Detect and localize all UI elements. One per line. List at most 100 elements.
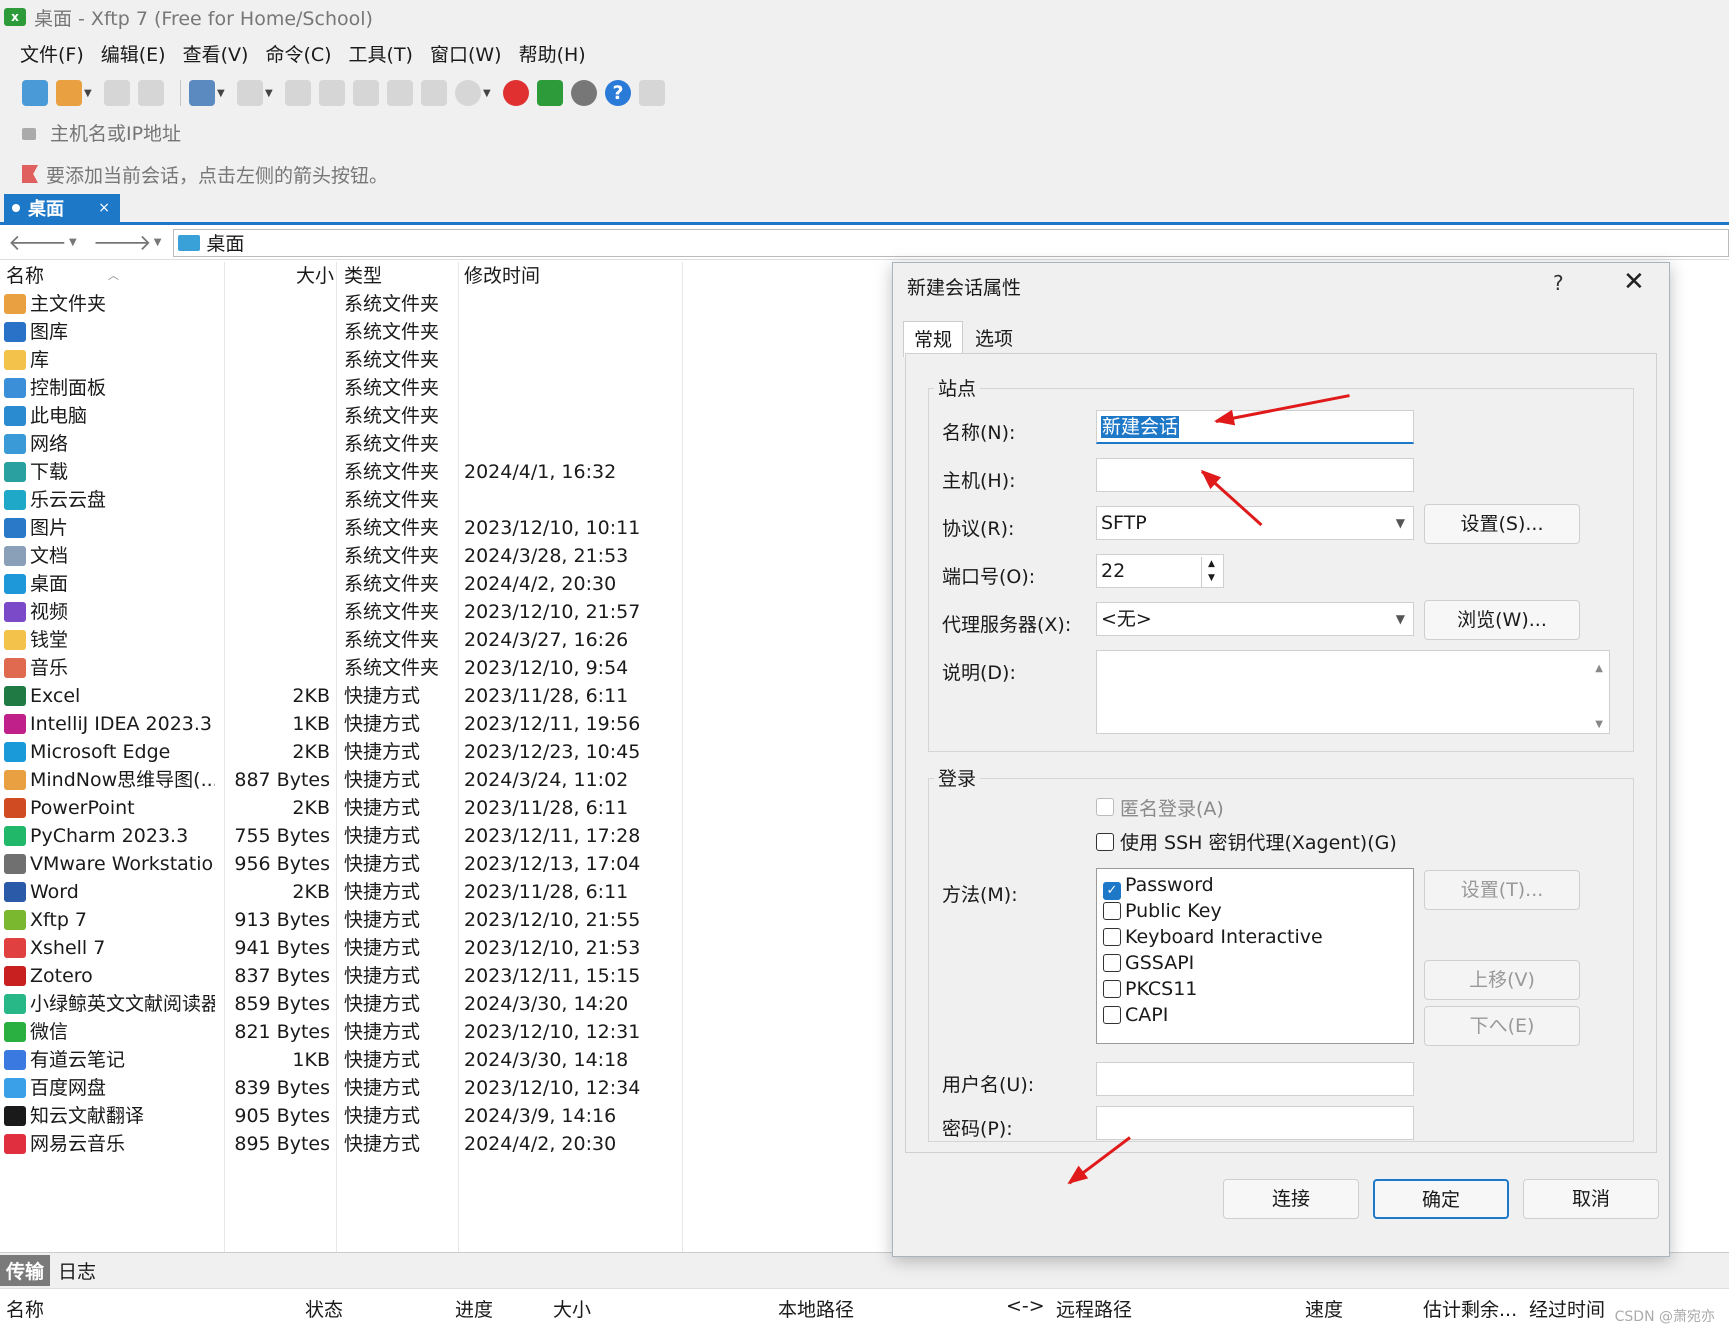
tab-log[interactable]: 日志 (50, 1255, 104, 1286)
transfer-col-local-path[interactable]: 本地路径 (778, 1295, 854, 1322)
cancel-button[interactable]: 取消 (1523, 1179, 1659, 1219)
forward-icon[interactable]: 🡒 (93, 230, 152, 256)
file-row[interactable]: 音乐 系统文件夹 2023/12/10, 9:54 (0, 654, 700, 682)
column-modified[interactable]: 修改时间 (464, 262, 540, 290)
open-dropdown-icon[interactable]: ▼ (84, 88, 94, 99)
description-textarea[interactable]: ▲ ▼ (1096, 650, 1610, 734)
method-item-public-key[interactable]: Public Key (1103, 899, 1222, 924)
transfer-col-remote-path[interactable]: 远程路径 (1056, 1295, 1132, 1322)
method-item-gssapi[interactable]: GSSAPI (1103, 951, 1194, 976)
file-row[interactable]: 下载 系统文件夹 2024/4/1, 16:32 (0, 458, 700, 486)
menu-edit[interactable]: 编辑(E) (95, 40, 172, 67)
file-row[interactable]: 网络 系统文件夹 (0, 430, 700, 458)
xftp-icon[interactable] (537, 80, 563, 106)
move-up-button[interactable]: 上移(V) (1424, 960, 1580, 1000)
method-checkbox[interactable] (1103, 980, 1121, 998)
file-row[interactable]: 视频 系统文件夹 2023/12/10, 21:57 (0, 598, 700, 626)
transfer-col-direction[interactable]: <-> (1006, 1295, 1045, 1317)
transfer-col-size[interactable]: 大小 (553, 1295, 591, 1322)
file-row[interactable]: 库 系统文件夹 (0, 346, 700, 374)
file-row[interactable]: Xshell 7 941 Bytes 快捷方式 2023/12/10, 21:53 (0, 934, 700, 962)
help-icon[interactable]: ? (1553, 271, 1564, 295)
menu-view[interactable]: 查看(V) (177, 40, 255, 67)
file-row[interactable]: 文档 系统文件夹 2024/3/28, 21:53 (0, 542, 700, 570)
transfer-col-speed[interactable]: 速度 (1305, 1295, 1343, 1322)
method-checkbox[interactable] (1103, 1006, 1121, 1024)
status-icon[interactable] (455, 80, 481, 106)
bookmark-icon[interactable] (22, 165, 38, 183)
file-row[interactable]: Xftp 7 913 Bytes 快捷方式 2023/12/10, 21:55 (0, 906, 700, 934)
menu-help[interactable]: 帮助(H) (513, 40, 592, 67)
download-icon[interactable] (319, 80, 345, 106)
password-input[interactable] (1096, 1106, 1414, 1140)
ok-button[interactable]: 确定 (1373, 1179, 1509, 1219)
file-row[interactable]: 乐云云盘 系统文件夹 (0, 486, 700, 514)
transfer-col-elapsed[interactable]: 经过时间 (1529, 1295, 1605, 1322)
file-row[interactable]: 控制面板 系统文件夹 (0, 374, 700, 402)
transfer-col-name[interactable]: 名称 (6, 1295, 44, 1322)
port-input[interactable]: 22 ▲ ▼ (1096, 554, 1224, 588)
file-row[interactable]: Excel 2KB 快捷方式 2023/11/28, 6:11 (0, 682, 700, 710)
file-row[interactable]: 网易云音乐 895 Bytes 快捷方式 2024/4/2, 20:30 (0, 1130, 700, 1158)
connect-button[interactable]: 连接 (1223, 1179, 1359, 1219)
transfer-col-progress[interactable]: 进度 (455, 1295, 493, 1322)
method-item-pkcs11[interactable]: PKCS11 (1103, 977, 1197, 1002)
transfer-col-status[interactable]: 状态 (305, 1295, 343, 1322)
file-row[interactable]: 图片 系统文件夹 2023/12/10, 10:11 (0, 514, 700, 542)
file-row[interactable]: VMware Workstatio... 956 Bytes 快捷方式 2023/12… (0, 850, 700, 878)
scroll-up-icon[interactable]: ▲ (1595, 653, 1603, 685)
gear-icon[interactable] (571, 80, 597, 106)
file-row[interactable]: 知云文献翻译 905 Bytes 快捷方式 2024/3/9, 14:16 (0, 1102, 700, 1130)
protocol-select[interactable]: SFTP ▼ (1096, 506, 1414, 540)
menu-file[interactable]: 文件(F) (14, 40, 90, 67)
connect-icon[interactable] (104, 80, 130, 106)
column-name[interactable]: 名称 (6, 262, 44, 290)
file-row[interactable]: 微信 821 Bytes 快捷方式 2023/12/10, 12:31 (0, 1018, 700, 1046)
terminal-icon[interactable] (237, 80, 263, 106)
menu-window[interactable]: 窗口(W) (424, 40, 508, 67)
xshell-icon[interactable] (503, 80, 529, 106)
help-icon[interactable]: ? (605, 80, 631, 106)
method-checkbox[interactable]: ✓ (1103, 882, 1121, 900)
file-row[interactable]: 小绿鲸英文文献阅读器 859 Bytes 快捷方式 2024/3/30, 14:20 (0, 990, 700, 1018)
path-input[interactable]: 桌面 (173, 228, 1729, 257)
method-checkbox[interactable] (1103, 928, 1121, 946)
new-session-icon[interactable] (22, 80, 48, 106)
xagent-checkbox[interactable] (1096, 833, 1114, 851)
file-row[interactable]: 有道云笔记 1KB 快捷方式 2024/3/30, 14:18 (0, 1046, 700, 1074)
column-type[interactable]: 类型 (344, 262, 382, 290)
terminal-dropdown-icon[interactable]: ▼ (265, 88, 275, 99)
tab-general[interactable]: 常规 (903, 321, 964, 357)
forward-dropdown-icon[interactable]: ▼ (154, 237, 162, 248)
tab-transfer[interactable]: 传输 (0, 1255, 51, 1286)
disconnect-icon[interactable] (138, 80, 164, 106)
method-checkbox[interactable] (1103, 954, 1121, 972)
host-address-input[interactable] (50, 123, 650, 145)
column-size[interactable]: 大小 (296, 262, 334, 290)
tab-close-icon[interactable]: × (98, 200, 110, 216)
open-folder-icon[interactable] (56, 80, 82, 106)
method-settings-button[interactable]: 设置(T)... (1424, 870, 1580, 910)
tab-options[interactable]: 选项 (965, 321, 1023, 357)
menu-command[interactable]: 命令(C) (259, 40, 337, 67)
method-item-capi[interactable]: CAPI (1103, 1003, 1168, 1028)
file-row[interactable]: Word 2KB 快捷方式 2023/11/28, 6:11 (0, 878, 700, 906)
file-row[interactable]: 主文件夹 系统文件夹 (0, 290, 700, 318)
paste-icon[interactable] (421, 80, 447, 106)
file-row[interactable]: 图库 系统文件夹 (0, 318, 700, 346)
file-row[interactable]: PyCharm 2023.3 755 Bytes 快捷方式 2023/12/11, 1… (0, 822, 700, 850)
anonymous-checkbox[interactable] (1096, 798, 1114, 816)
method-item-keyboard-interactive[interactable]: Keyboard Interactive (1103, 925, 1323, 950)
layout-icon[interactable] (189, 80, 215, 106)
layout-dropdown-icon[interactable]: ▼ (217, 88, 227, 99)
file-row[interactable]: 桌面 系统文件夹 2024/4/2, 20:30 (0, 570, 700, 598)
protocol-settings-button[interactable]: 设置(S)... (1424, 504, 1580, 544)
chat-icon[interactable] (639, 80, 665, 106)
back-dropdown-icon[interactable]: ▼ (69, 237, 77, 248)
transfer-col-remaining[interactable]: 估计剩余... (1423, 1295, 1517, 1322)
file-row[interactable]: 此电脑 系统文件夹 (0, 402, 700, 430)
proxy-select[interactable]: <无> ▼ (1096, 602, 1414, 636)
status-dropdown-icon[interactable]: ▼ (483, 88, 493, 99)
host-input[interactable] (1096, 458, 1414, 492)
proxy-browse-button[interactable]: 浏览(W)... (1424, 600, 1580, 640)
